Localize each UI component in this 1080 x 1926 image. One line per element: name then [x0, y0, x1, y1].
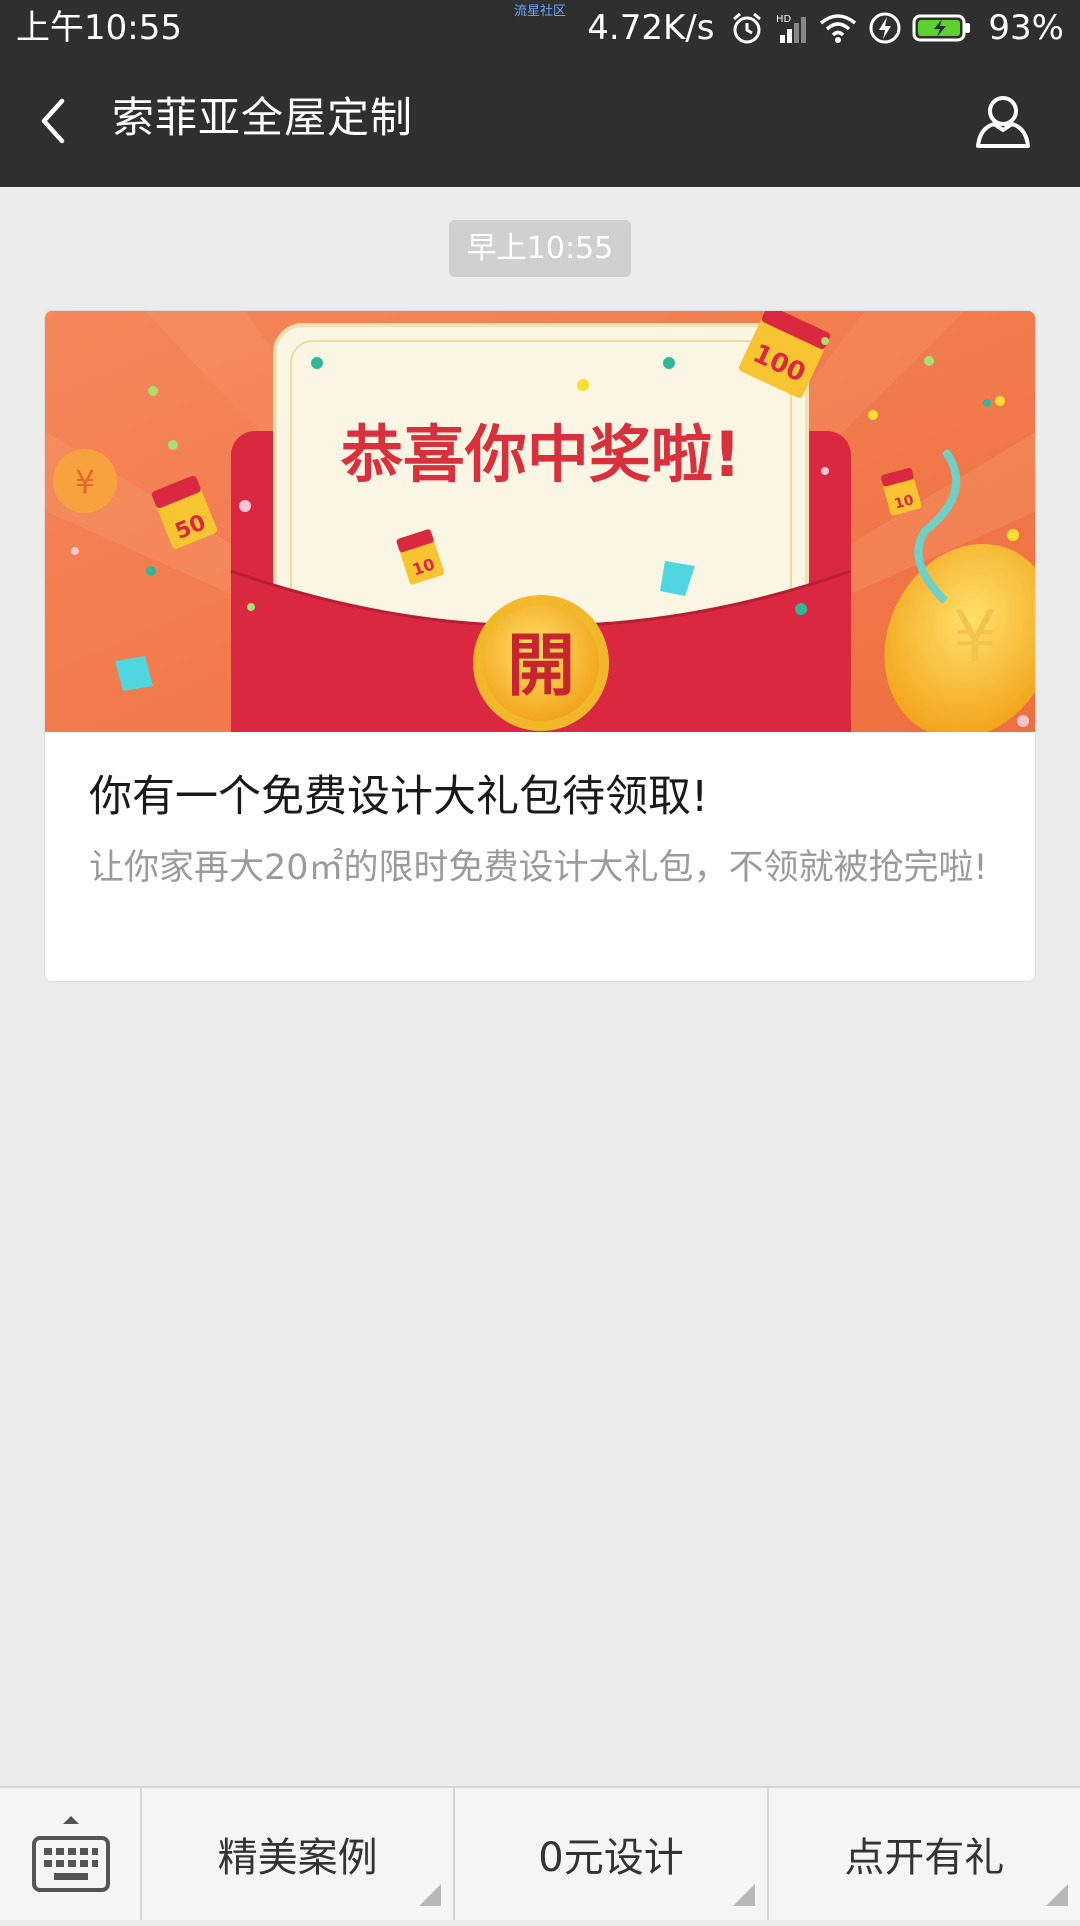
wifi-icon [818, 11, 858, 45]
article-title: 你有一个免费设计大礼包待领取! [89, 772, 709, 822]
submenu-indicator-icon [732, 1884, 755, 1906]
submenu-indicator-icon [419, 1884, 442, 1906]
big-coin-symbol: ¥ [953, 596, 998, 678]
small-coin-symbol: ¥ [75, 463, 95, 501]
status-watermark: 流星社区 [514, 4, 567, 19]
submenu-indicator-icon [1045, 1884, 1068, 1906]
article-card[interactable]: 恭喜你中奖啦! 開 ¥ ¥ 50 100 10 10 你有一个免费设计大礼包待领… [44, 310, 1036, 982]
battery-percent: 93% [988, 8, 1064, 48]
menu-item-label: 点开有礼 [844, 1835, 1005, 1881]
battery-icon [912, 13, 972, 43]
red-envelope-banner-image: 恭喜你中奖啦! 開 ¥ ¥ 50 100 10 10 [45, 311, 1035, 732]
person-icon [976, 96, 1030, 148]
menu-item-gift[interactable]: 点开有礼 [769, 1788, 1080, 1920]
profile-button[interactable] [972, 90, 1034, 152]
svg-text:HD: HD [776, 14, 792, 25]
chevron-left-icon [41, 98, 65, 144]
menu-item-label: 精美案例 [217, 1835, 378, 1881]
alarm-icon [730, 11, 764, 45]
message-timestamp: 早上10:55 [449, 220, 631, 277]
status-time: 上午10:55 [16, 8, 182, 48]
charging-bolt-icon [868, 11, 902, 45]
header-bar: 索菲亚全屋定制 [0, 56, 1080, 187]
page-title: 索菲亚全屋定制 [112, 93, 414, 142]
bottom-menu: 精美案例 0元设计 点开有礼 [0, 1786, 1080, 1920]
signal-hd-icon: HD [774, 11, 808, 45]
status-indicators: 4.72K/s HD 93% [587, 6, 1064, 50]
keyboard-toggle-button[interactable] [0, 1788, 142, 1920]
menu-item-free-design[interactable]: 0元设计 [455, 1788, 769, 1920]
article-banner: 恭喜你中奖啦! 開 ¥ ¥ 50 100 10 10 [45, 311, 1035, 732]
banner-headline: 恭喜你中奖啦! [340, 418, 741, 491]
article-description: 让你家再大20㎡的限时免费设计大礼包，不领就被抢完啦! [89, 848, 988, 888]
status-bar: 上午10:55 流星社区 4.72K/s HD 93% [0, 0, 1080, 56]
menu-item-label: 0元设计 [538, 1835, 684, 1881]
open-button-label: 開 [507, 627, 575, 706]
keyboard-icon [32, 1816, 110, 1892]
back-button[interactable] [30, 91, 80, 151]
network-speed: 4.72K/s [587, 8, 715, 48]
menu-item-cases[interactable]: 精美案例 [142, 1788, 456, 1920]
